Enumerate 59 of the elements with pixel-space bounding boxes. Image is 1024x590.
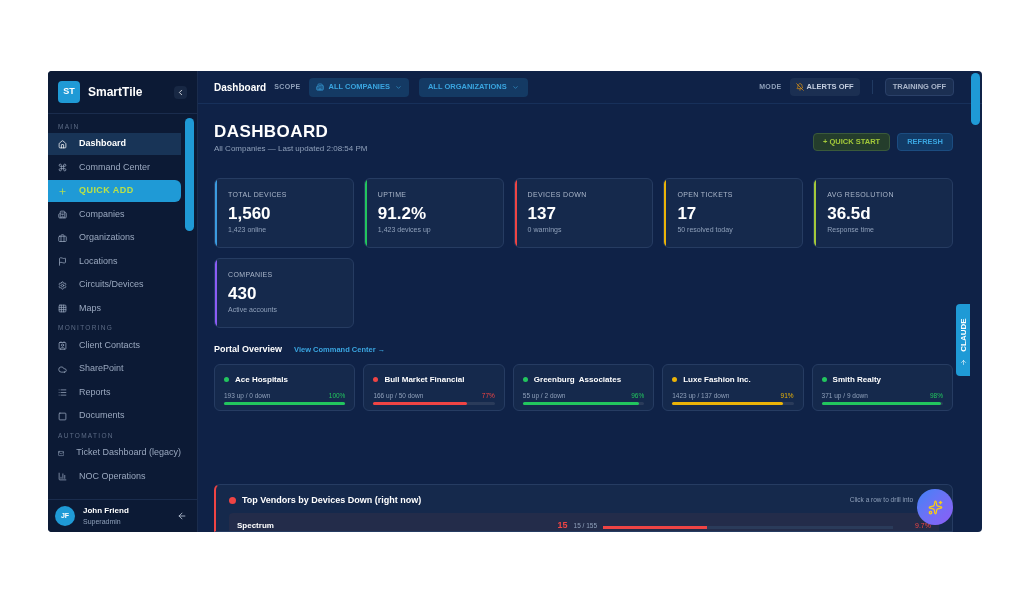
vendor-name: Spectrum [237, 521, 274, 530]
collapse-button[interactable] [174, 85, 187, 99]
user-name: John Friend [83, 504, 129, 517]
logout-icon[interactable] [177, 511, 187, 521]
page-title: Dashboard [214, 80, 267, 95]
portal-name: Luxe Fashion Inc. [683, 373, 751, 386]
bell-off-icon [795, 83, 804, 91]
grid-icon [58, 304, 67, 313]
nav-item[interactable]: Locations [48, 250, 181, 273]
chart-icon [58, 472, 67, 481]
nav-item[interactable]: Ticket Dashboard (legacy) [48, 442, 181, 464]
cloud-icon [58, 364, 67, 374]
home-icon [58, 139, 67, 149]
nav-item[interactable]: Organizations [48, 227, 181, 249]
stat-value: 91.2% [377, 202, 427, 225]
stat-value: 17 [677, 202, 698, 225]
app-name: SmartTile [88, 84, 143, 101]
section-heading: Portal Overview [214, 343, 283, 356]
plus-icon [58, 186, 67, 196]
document-icon [58, 411, 67, 421]
sparkles-icon [927, 499, 943, 515]
caret-icon [394, 83, 402, 91]
flag-icon [58, 257, 67, 266]
nav-item[interactable]: NOC Operations [48, 465, 181, 488]
scrollbar-thumb[interactable] [185, 118, 194, 231]
building-icon [58, 210, 67, 219]
portal-name: Greenburg Associates [533, 373, 622, 386]
arrow-up-icon [959, 358, 967, 366]
panel-title: Top Vendors by Devices Down (right now) [242, 493, 422, 507]
nav-item[interactable]: SharePoint [48, 358, 181, 380]
nav-item[interactable]: Command Center [48, 156, 181, 179]
list-icon [58, 388, 67, 397]
caret-icon [511, 83, 519, 91]
dashboard-heading: DASHBOARD [214, 122, 330, 142]
chevron-left-icon [176, 87, 185, 97]
contact-icon [58, 341, 67, 350]
scrollbar-thumb[interactable] [971, 73, 980, 125]
nav-item[interactable]: Reports [48, 381, 181, 404]
stat-value: 1,560 [228, 202, 272, 225]
gear-icon [58, 280, 67, 290]
stat-value: 430 [228, 282, 258, 305]
stat-value: 36.5d [827, 202, 872, 225]
portal-name: Smith Realty [832, 373, 882, 386]
nav-item[interactable]: Client Contacts [48, 334, 181, 357]
nav-item[interactable]: Circuits/Devices [48, 274, 181, 296]
last-updated-text: All Companies — Last updated 2:08:54 PM [214, 143, 368, 155]
portal-name: Ace Hospitals [235, 373, 288, 386]
nav-item[interactable]: Companies [48, 203, 181, 226]
nav-item[interactable]: Maps [48, 297, 181, 320]
portal-name: Bull Market Financial [384, 373, 465, 386]
nav-item[interactable]: Documents [48, 405, 181, 427]
command-icon [58, 163, 67, 172]
mail-icon [58, 448, 65, 458]
down-count: 15 [557, 521, 568, 530]
building-icon [315, 83, 324, 91]
stat-value: 137 [527, 202, 557, 225]
logo: ST [58, 81, 80, 103]
briefcase-icon [58, 233, 67, 243]
nav-item[interactable]: Dashboard [48, 133, 181, 155]
